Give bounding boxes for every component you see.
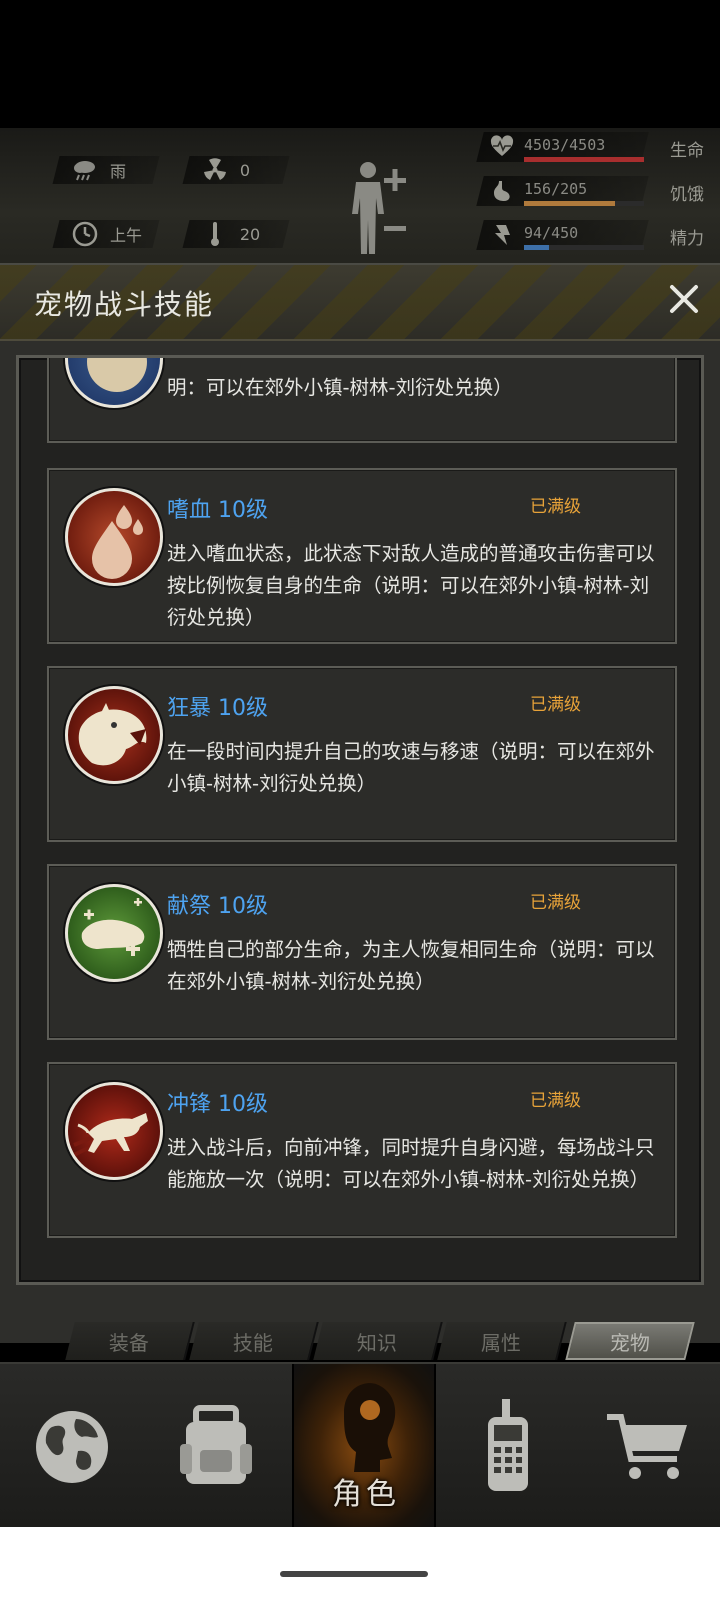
health-stat: 4503/4503 生命 [476, 132, 710, 166]
health-value: 4503/4503 [524, 136, 606, 154]
nav-radio[interactable] [436, 1364, 580, 1529]
nav-map[interactable] [0, 1364, 144, 1529]
pet-skills-dialog: 宠物战斗技能 明：可以在郊外小镇-树林-刘衍处兑换） 嗜血 10级 已满级 进入… [0, 263, 720, 1343]
skill-name: 献祭 10级 [167, 894, 268, 919]
tab-pets[interactable]: 宠物 [565, 1322, 695, 1360]
tab-skills[interactable]: 技能 [189, 1322, 319, 1360]
tab-knowledge[interactable]: 知识 [313, 1322, 443, 1360]
nav-character[interactable]: 角色 [292, 1364, 436, 1529]
max-level-badge: 已满级 [530, 893, 581, 913]
temperature-value: 20 [240, 224, 261, 244]
energy-icon [490, 223, 514, 247]
thermometer-icon [200, 221, 230, 247]
charging-dog-icon [65, 1082, 163, 1180]
hunger-label: 饥饿 [670, 185, 704, 205]
globe-icon[interactable] [32, 1407, 112, 1487]
backpack-icon[interactable] [176, 1402, 256, 1492]
skill-card-charge[interactable]: 冲锋 10级 已满级 进入战斗后，向前冲锋，同时提升自身闪避，每场战斗只能施放一… [47, 1062, 677, 1238]
energy-label: 精力 [670, 229, 704, 249]
skill-description: 明：可以在郊外小镇-树林-刘衍处兑换） [167, 376, 513, 399]
close-icon[interactable] [664, 279, 704, 319]
skill-card-sacrifice[interactable]: 献祭 10级 已满级 牺牲自己的部分生命，为主人恢复相同生命（说明：可以在郊外小… [47, 864, 677, 1040]
close-button[interactable] [664, 279, 704, 319]
weather-indicator: 雨 [52, 156, 160, 184]
healing-paw-icon [65, 884, 163, 982]
hunger-value: 156/205 [524, 180, 588, 198]
energy-bar [524, 245, 644, 250]
skill-card-berserk[interactable]: 狂暴 10级 已满级 在一段时间内提升自己的攻速与移速（说明：可以在郊外小镇-树… [47, 666, 677, 842]
character-tabs: 装备 技能 知识 属性 宠物 [65, 1322, 700, 1362]
tab-attributes[interactable]: 属性 [437, 1322, 567, 1360]
radiation-value: 0 [240, 160, 251, 180]
skill-list[interactable]: 明：可以在郊外小镇-树林-刘衍处兑换） 嗜血 10级 已满级 进入嗜血状态，此状… [16, 355, 704, 1285]
time-text: 上午 [110, 226, 143, 245]
weather-text: 雨 [110, 162, 127, 181]
nav-inventory[interactable] [144, 1364, 288, 1529]
clock-icon [70, 221, 100, 247]
health-bar [524, 157, 644, 162]
energy-stat: 94/450 精力 [476, 220, 710, 254]
skill-name: 狂暴 10级 [167, 696, 268, 721]
radio-icon[interactable] [478, 1397, 538, 1497]
max-level-badge: 已满级 [530, 1091, 581, 1111]
roaring-beast-icon [65, 686, 163, 784]
rain-cloud-icon [70, 157, 100, 183]
time-indicator: 上午 [52, 220, 160, 248]
radiation-icon [200, 157, 230, 183]
system-nav-area [0, 1527, 720, 1600]
hunger-bar [524, 201, 644, 206]
stomach-icon [490, 179, 514, 203]
skill-name: 冲锋 10级 [167, 1092, 268, 1117]
bottom-navigation: 角色 [0, 1362, 720, 1529]
skill-description: 进入嗜血状态，此状态下对敌人造成的普通攻击伤害可以按比例恢复自身的生命（说明：可… [167, 542, 655, 629]
energy-value: 94/450 [524, 224, 579, 242]
health-label: 生命 [670, 141, 704, 161]
tab-equipment[interactable]: 装备 [65, 1322, 195, 1360]
nav-shop[interactable] [576, 1364, 720, 1529]
temperature-indicator: 20 [182, 220, 290, 248]
blood-drop-icon [65, 488, 163, 586]
skill-card-bloodthirst[interactable]: 嗜血 10级 已满级 进入嗜血状态，此状态下对敌人造成的普通攻击伤害可以按比例恢… [47, 468, 677, 644]
nav-character-label: 角色 [332, 1477, 400, 1512]
heart-icon [490, 135, 514, 159]
body-status-icon[interactable] [348, 158, 418, 258]
dialog-title: 宠物战斗技能 [34, 288, 215, 321]
hunger-stat: 156/205 饥饿 [476, 176, 710, 210]
skill-name: 嗜血 10级 [167, 498, 268, 523]
max-level-badge: 已满级 [530, 695, 581, 715]
radiation-indicator: 0 [182, 156, 290, 184]
partial-skill-icon [65, 358, 163, 408]
skill-card-partial: 明：可以在郊外小镇-树林-刘衍处兑换） [47, 358, 677, 443]
max-level-badge: 已满级 [530, 497, 581, 517]
dialog-header: 宠物战斗技能 [0, 265, 720, 341]
cart-icon[interactable] [603, 1407, 693, 1487]
skill-description: 牺牲自己的部分生命，为主人恢复相同生命（说明：可以在郊外小镇-树林-刘衍处兑换） [167, 938, 655, 993]
skill-description: 在一段时间内提升自己的攻速与移速（说明：可以在郊外小镇-树林-刘衍处兑换） [167, 740, 655, 795]
home-indicator[interactable] [280, 1571, 428, 1577]
skill-description: 进入战斗后，向前冲锋，同时提升自身闪避，每场战斗只能施放一次（说明：可以在郊外小… [167, 1136, 655, 1191]
